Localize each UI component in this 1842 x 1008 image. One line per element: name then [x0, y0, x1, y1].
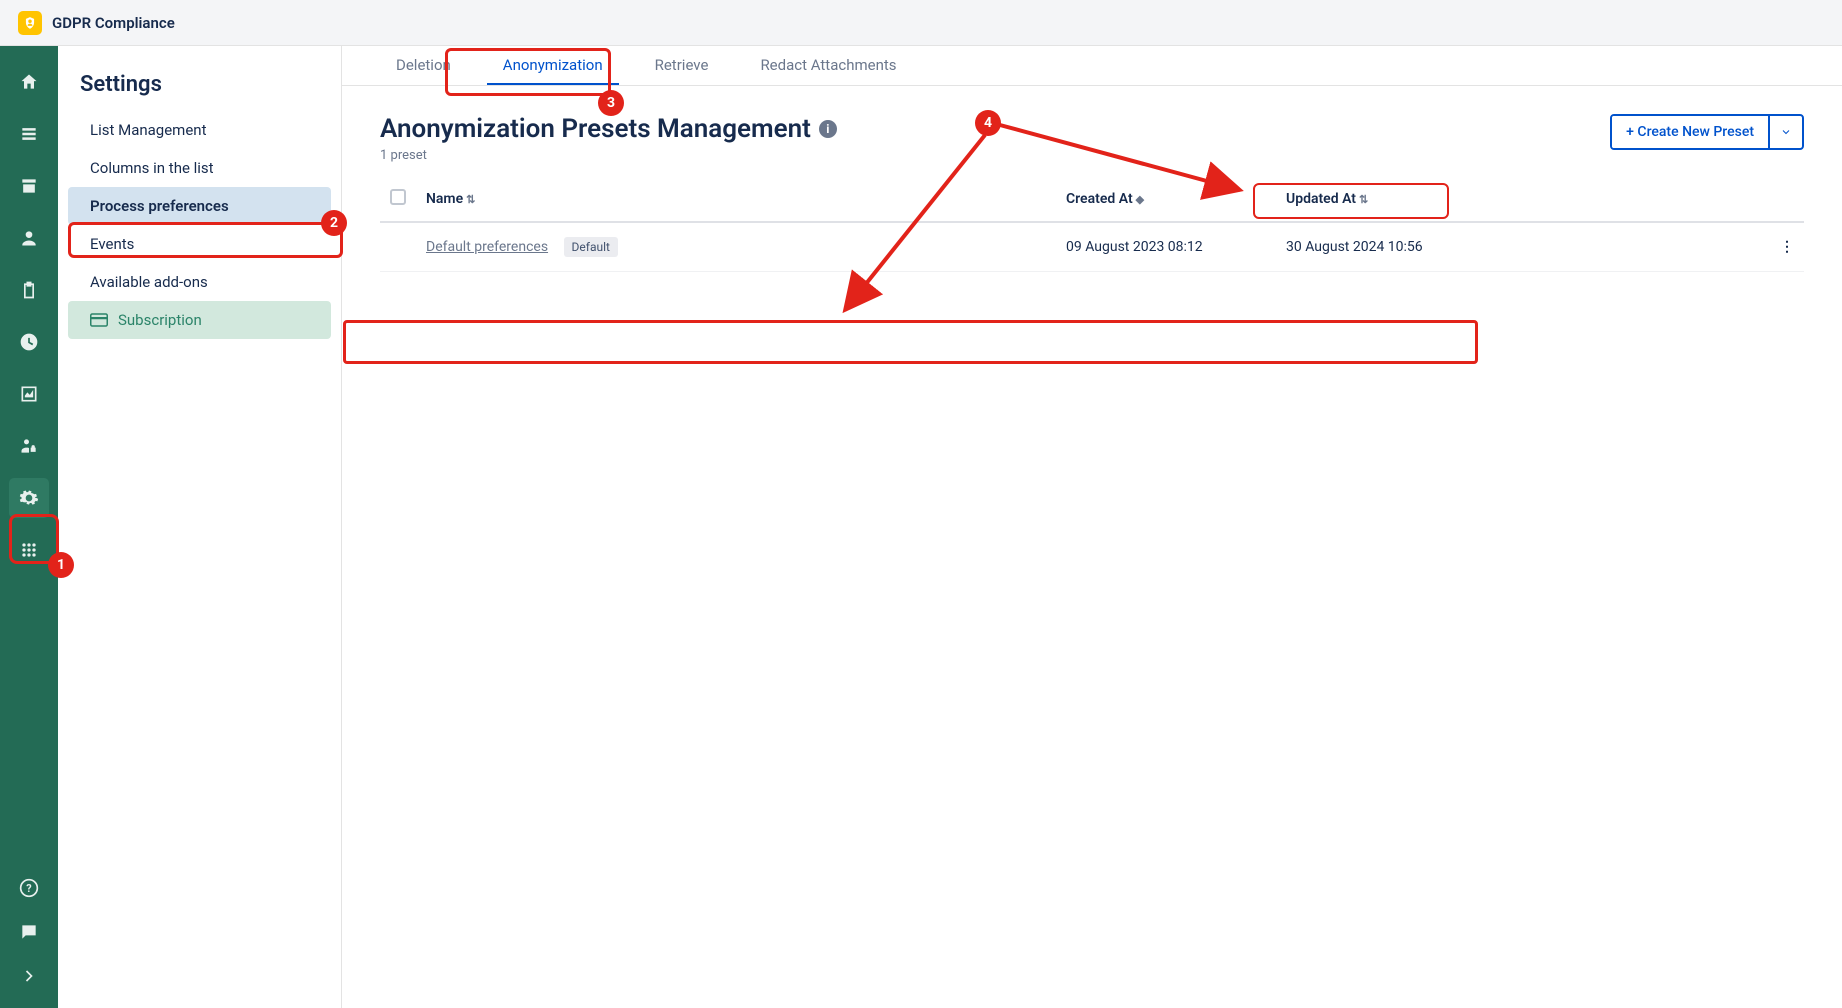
- row-actions-kebab-icon[interactable]: ⋮: [1770, 222, 1804, 272]
- sort-icon: ◆: [1136, 193, 1144, 206]
- tab-redact-attachments[interactable]: Redact Attachments: [734, 46, 922, 85]
- rail-settings-icon[interactable]: [9, 478, 49, 518]
- topbar: GDPR Compliance: [0, 0, 1842, 46]
- rail-clipboard-icon[interactable]: [9, 270, 49, 310]
- page-header: Anonymization Presets Management i 1 pre…: [342, 86, 1842, 173]
- col-created-label: Created At: [1066, 191, 1133, 207]
- sidebar-section-title: Settings: [58, 64, 341, 111]
- col-updated[interactable]: Updated At⇅: [1276, 177, 1770, 222]
- sidebar-item-subscription[interactable]: Subscription: [68, 301, 331, 339]
- rail-person-icon[interactable]: [9, 218, 49, 258]
- sidebar-item-process-preferences[interactable]: Process preferences: [68, 187, 331, 225]
- sidebar-item-label: List Management: [90, 121, 206, 139]
- tabs: Deletion Anonymization Retrieve Redact A…: [342, 46, 1842, 86]
- left-icon-rail: ?: [0, 46, 58, 1008]
- sidebar-item-label: Available add-ons: [90, 273, 208, 291]
- select-all-checkbox[interactable]: [390, 189, 406, 205]
- app-title: GDPR Compliance: [52, 14, 175, 32]
- tab-label: Retrieve: [655, 56, 709, 74]
- tab-label: Deletion: [396, 56, 451, 74]
- tab-anonymization[interactable]: Anonymization: [477, 46, 629, 85]
- sidebar-item-label: Subscription: [118, 311, 202, 329]
- rail-chart-icon[interactable]: [9, 374, 49, 414]
- presets-table: Name⇅ Created At◆ Updated At⇅: [380, 177, 1804, 272]
- chevron-down-icon: [1780, 126, 1792, 138]
- create-preset-group: + Create New Preset: [1610, 114, 1804, 150]
- sidebar-item-list-management[interactable]: List Management: [68, 111, 331, 149]
- create-preset-label: + Create New Preset: [1626, 124, 1754, 140]
- preset-updated: 30 August 2024 10:56: [1276, 222, 1770, 272]
- preset-created: 09 August 2023 08:12: [1056, 222, 1276, 272]
- svg-text:?: ?: [26, 882, 31, 895]
- rail-user-lock-icon[interactable]: [9, 426, 49, 466]
- tab-deletion[interactable]: Deletion: [370, 46, 477, 85]
- preset-name-link[interactable]: Default preferences: [426, 239, 548, 255]
- tab-label: Redact Attachments: [760, 56, 896, 74]
- rail-expand-icon[interactable]: [9, 956, 49, 996]
- sidebar-item-label: Process preferences: [90, 197, 229, 215]
- page-title-text: Anonymization Presets Management: [380, 114, 811, 144]
- rail-archive-icon[interactable]: [9, 166, 49, 206]
- sidebar-item-events[interactable]: Events: [68, 225, 331, 263]
- sort-icon: ⇅: [466, 193, 475, 206]
- rail-feedback-icon[interactable]: [9, 912, 49, 952]
- info-icon[interactable]: i: [819, 120, 837, 138]
- col-name-label: Name: [426, 191, 463, 207]
- col-name[interactable]: Name⇅: [416, 177, 1056, 222]
- sidebar-item-columns[interactable]: Columns in the list: [68, 149, 331, 187]
- col-created[interactable]: Created At◆: [1056, 177, 1276, 222]
- sidebar-item-label: Events: [90, 235, 134, 253]
- tab-label: Anonymization: [503, 56, 603, 74]
- default-badge: Default: [564, 237, 618, 257]
- credit-card-icon: [90, 313, 108, 327]
- main-content: Deletion Anonymization Retrieve Redact A…: [342, 46, 1842, 1008]
- create-preset-dropdown[interactable]: [1768, 116, 1802, 148]
- app-logo-icon: [18, 11, 42, 35]
- rail-clock-icon[interactable]: [9, 322, 49, 362]
- create-preset-button[interactable]: + Create New Preset: [1612, 116, 1768, 148]
- table-row[interactable]: Default preferences Default 09 August 20…: [380, 222, 1804, 272]
- sidebar-item-label: Columns in the list: [90, 159, 214, 177]
- rail-apps-icon[interactable]: [9, 530, 49, 570]
- col-updated-label: Updated At: [1286, 191, 1356, 207]
- settings-sidebar: Settings List Management Columns in the …: [58, 46, 342, 1008]
- sidebar-item-addons[interactable]: Available add-ons: [68, 263, 331, 301]
- page-title: Anonymization Presets Management i: [380, 114, 837, 144]
- tab-retrieve[interactable]: Retrieve: [629, 46, 735, 85]
- rail-list-icon[interactable]: [9, 114, 49, 154]
- rail-help-icon[interactable]: ?: [9, 868, 49, 908]
- sort-icon: ⇅: [1359, 193, 1368, 206]
- page-subtitle: 1 preset: [380, 148, 837, 163]
- rail-home-icon[interactable]: [9, 62, 49, 102]
